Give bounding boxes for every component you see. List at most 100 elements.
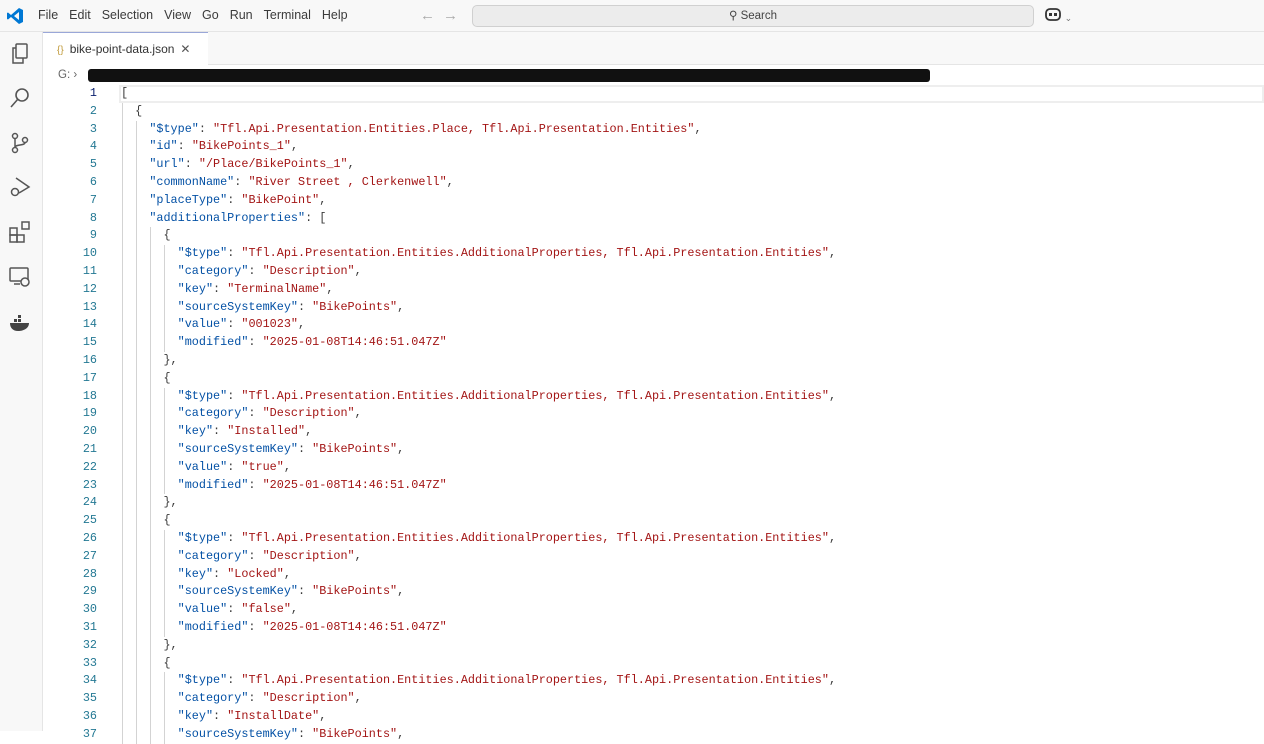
json-bracket: { [163, 228, 171, 243]
code-line[interactable]: 27 "category": "Description", [43, 547, 1264, 566]
code-line[interactable]: 7 "placeType": "BikePoint", [43, 191, 1264, 210]
indent-guide [164, 334, 166, 352]
json-bracket: [ [319, 210, 327, 225]
indent-guide [164, 619, 166, 637]
code-line[interactable]: 29 "sourceSystemKey": "BikePoints", [43, 583, 1264, 602]
indent-guide [122, 227, 123, 246]
json-file-icon: {} [57, 45, 64, 56]
code-line[interactable]: 4 "id": "BikePoints_1", [43, 138, 1264, 157]
indent-guide [136, 316, 138, 335]
code-line[interactable]: 6 "commonName": "River Street , Clerkenwe… [43, 174, 1264, 192]
indent-guide [136, 672, 138, 691]
code-line[interactable]: 10 "$type": "Tfl.Api.Presentation.Entitie… [43, 245, 1264, 263]
line-number: 11 [82, 264, 97, 278]
json-key: "value" [177, 317, 228, 332]
copilot-menu[interactable]: ⌄ [1045, 7, 1072, 24]
code-line[interactable]: 5 "url": "/Place/BikePoints_1", [43, 156, 1264, 174]
code-line[interactable]: 35 "category": "Description", [43, 690, 1264, 708]
code-line[interactable]: 21 "sourceSystemKey": "BikePoints", [43, 441, 1264, 459]
docker-icon[interactable] [8, 311, 34, 337]
run-debug-icon[interactable] [8, 175, 34, 201]
code-editor[interactable]: 1[2{3 "$type": "Tfl.Api.Presentation.Enti… [43, 85, 1264, 744]
code-line[interactable]: 16}, [43, 352, 1264, 370]
remote-explorer-icon[interactable] [8, 265, 34, 291]
indent-guide [122, 138, 123, 157]
code-line[interactable]: 32}, [43, 636, 1264, 655]
menu-edit[interactable]: Edit [69, 8, 91, 22]
menu-help[interactable]: Help [322, 8, 348, 22]
menu-terminal[interactable]: Terminal [264, 8, 311, 22]
indent-guide [150, 708, 152, 726]
code-line[interactable]: 30 "value": "false", [43, 601, 1264, 619]
json-punctuation: , [828, 531, 837, 545]
indent-guide [136, 174, 138, 192]
source-control-icon[interactable] [8, 131, 34, 157]
json-punctuation: : [213, 566, 228, 581]
json-string-value: "BikePoints" [312, 299, 398, 314]
indent-guide [122, 476, 123, 495]
code-line[interactable]: 33 { [43, 654, 1264, 673]
line-number: 30 [82, 602, 97, 617]
code-line[interactable]: 3 "$type": "Tfl.Api.Presentation.Entities… [43, 120, 1264, 139]
code-line[interactable]: 34 "$type": "Tfl.Api.Presentation.Entitie… [43, 672, 1264, 691]
close-icon[interactable]: ✕ [180, 42, 190, 56]
code-line[interactable]: 26 "$type": "Tfl.Api.Presentation.Entitie… [43, 530, 1264, 548]
code-line[interactable]: 22 "value": "true", [43, 458, 1264, 477]
code-line[interactable]: 37 "sourceSystemKey": "BikePoints", [43, 725, 1264, 744]
indent-guide [136, 547, 138, 566]
code-line[interactable]: 15 "modified": "2025-01-08T14:46:51.047Z" [43, 334, 1264, 352]
code-line[interactable]: 13 "sourceSystemKey": "BikePoints", [43, 298, 1264, 317]
menu-go[interactable]: Go [202, 8, 219, 22]
search-icon: ⚲ [728, 10, 738, 22]
menu-selection[interactable]: Selection [102, 8, 153, 22]
forward-arrow-icon[interactable]: → [443, 7, 466, 24]
code-line[interactable]: 31 "modified": "2025-01-08T14:46:51.047Z" [43, 619, 1264, 637]
code-line[interactable]: 25 { [43, 512, 1264, 530]
breadcrumb-drive[interactable]: G: [58, 69, 70, 81]
extensions-icon[interactable] [8, 220, 34, 246]
code-line[interactable]: 18 "$type": "Tfl.Api.Presentation.Entitie… [43, 387, 1264, 406]
line-number: 35 [82, 691, 97, 706]
indent-guide [150, 512, 152, 530]
indent-guide [150, 530, 152, 548]
line-number: 4 [89, 139, 97, 154]
search-icon[interactable] [8, 86, 34, 112]
line-number: 8 [89, 210, 97, 225]
menu-view[interactable]: View [164, 8, 191, 22]
json-punctuation: , [828, 388, 837, 403]
explorer-icon[interactable] [8, 42, 34, 68]
code-text: "sourceSystemKey": "BikePoints", [178, 583, 405, 601]
json-punctuation: , [319, 709, 327, 723]
command-center-search[interactable]: ⚲ Search [472, 5, 1034, 27]
menu-run[interactable]: Run [230, 8, 253, 22]
code-line[interactable]: 11 "category": "Description", [43, 263, 1264, 281]
code-line[interactable]: 28 "key": "Locked", [43, 565, 1264, 584]
code-line[interactable]: 8 "additionalProperties": [ [43, 209, 1264, 228]
vscode-logo-icon [6, 7, 24, 25]
json-string-value: "Locked" [227, 566, 284, 581]
indent-guide [136, 120, 138, 139]
back-arrow-icon[interactable]: ← [420, 7, 443, 24]
code-line[interactable]: 36 "key": "InstallDate", [43, 708, 1264, 726]
indent-guide [150, 334, 152, 352]
menu-file[interactable]: File [38, 8, 58, 22]
line-number: 27 [82, 548, 97, 563]
code-line[interactable]: 14 "value": "001023", [43, 316, 1264, 335]
code-line[interactable]: 23 "modified": "2025-01-08T14:46:51.047Z" [43, 476, 1264, 495]
json-string-value: "BikePoints" [312, 584, 398, 599]
code-line[interactable]: 20 "key": "Installed", [43, 423, 1264, 441]
indent-guide [150, 423, 152, 441]
code-text: [ [121, 85, 128, 103]
code-line[interactable]: 17 { [43, 369, 1264, 388]
code-line[interactable]: 24}, [43, 494, 1264, 513]
code-line[interactable]: 2{ [43, 102, 1264, 121]
code-line[interactable]: 9{ [43, 227, 1264, 246]
code-line[interactable]: 1[ [43, 85, 1264, 103]
indent-guide [122, 405, 123, 424]
json-key: "$type" [177, 388, 228, 403]
code-line[interactable]: 19 "category": "Description", [43, 405, 1264, 424]
tab-bike-point-data[interactable]: {} bike-point-data.json ✕ [43, 32, 208, 65]
indent-guide [150, 476, 152, 495]
code-line[interactable]: 12 "key": "TerminalName", [43, 280, 1264, 299]
indent-guide [136, 494, 138, 513]
